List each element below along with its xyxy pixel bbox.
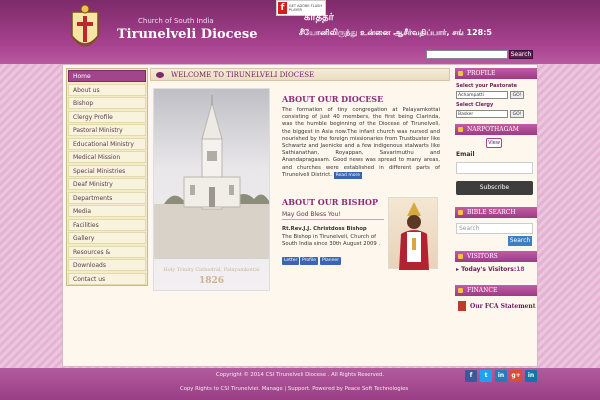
- profile-head-text: PROFILE: [467, 70, 496, 77]
- cathedral-photo: [153, 88, 270, 291]
- clergy-select[interactable]: Basker: [456, 110, 508, 118]
- panel-icon: [458, 254, 463, 259]
- sidebar-item-downloads[interactable]: Downloads: [68, 259, 146, 271]
- bishop-description: The Bishop in Tirunelveli, Church of Sou…: [282, 234, 381, 247]
- site-search-input[interactable]: [426, 50, 508, 59]
- email-field[interactable]: [456, 162, 533, 174]
- linkedin-icon[interactable]: in: [495, 370, 507, 382]
- read-more-button[interactable]: Read more: [333, 171, 362, 179]
- visitors-header: VISITORS: [455, 251, 537, 262]
- bible-search-header: BIBLE SEARCH: [455, 207, 537, 218]
- cathedral-illustration: [154, 95, 269, 259]
- sidebar-item-educational-ministry[interactable]: Educational Ministry: [68, 137, 146, 150]
- welcome-text: WELCOME TO TIRUNELVELI DIOCESE: [171, 71, 315, 79]
- visitors-number: 18: [516, 266, 525, 273]
- photo-year: 1826: [198, 276, 225, 286]
- narpothagam-header: NARPOTHAGAM: [455, 124, 537, 135]
- church-name: Church of South India: [138, 17, 214, 25]
- flash-label: GET ADOBE FLASH PLAYER: [288, 4, 322, 12]
- pdf-icon: [458, 301, 466, 311]
- site-title[interactable]: Tirunelveli Diocese: [117, 27, 257, 42]
- bible-head-text: BIBLE SEARCH: [467, 209, 516, 216]
- google-plus-icon[interactable]: g+: [510, 370, 522, 382]
- profile-panel-header: PROFILE: [455, 68, 537, 79]
- finance-head-text: FINANCE: [467, 287, 498, 294]
- about-diocese-body: The formation of tiny congregation at Pa…: [282, 107, 440, 178]
- panel-icon: [458, 127, 463, 132]
- bishop-illustration: [399, 202, 429, 270]
- sidebar-item-pastoral-ministry[interactable]: Pastoral Ministry: [68, 124, 146, 136]
- clergy-go-button[interactable]: GO!: [510, 110, 524, 118]
- fca-statement-link[interactable]: Our FCA Statement: [470, 303, 536, 310]
- visitors-label: Today's Visitors:: [461, 266, 517, 273]
- sidebar-item-contact-us[interactable]: Contact us: [68, 272, 146, 285]
- sidebar-item-medical-mission[interactable]: Medical Mission: [68, 151, 146, 163]
- bible-search-button[interactable]: Search: [508, 236, 532, 246]
- photo-caption: Holy Trinity Cathedral, Palayamkottai: [163, 267, 260, 273]
- twitter-icon[interactable]: t: [480, 370, 492, 382]
- finance-header: FINANCE: [455, 285, 537, 296]
- letter-button[interactable]: Letter: [282, 257, 300, 265]
- about-diocese-heading: ABOUT OUR DIOCESE: [282, 94, 384, 104]
- sidebar-item-clergy-profile[interactable]: Clergy Profile: [68, 110, 146, 123]
- sidebar-item-special-ministries[interactable]: Special Ministries: [68, 164, 146, 177]
- panel-icon: [458, 210, 463, 215]
- pastorate-select[interactable]: Achampatti: [456, 91, 508, 99]
- narpothagam-head-text: NARPOTHAGAM: [467, 126, 519, 133]
- sidebar-item-resources[interactable]: Resources &: [68, 245, 146, 258]
- diocese-crest-logo: [71, 4, 99, 47]
- sidebar-item-media[interactable]: Media: [68, 205, 146, 217]
- sidebar-item-bishop[interactable]: Bishop: [68, 97, 146, 109]
- email-label: Email: [456, 151, 475, 158]
- visitors-head-text: VISITORS: [467, 253, 498, 260]
- panel-icon: [458, 288, 463, 293]
- subscribe-button[interactable]: Subscribe: [456, 181, 533, 195]
- pastorate-go-button[interactable]: GO!: [510, 91, 524, 99]
- tamil-verse: சீயோனிலிருந்து உன்னை ஆசீர்வதிப்பார், சங்…: [299, 28, 492, 37]
- bible-search-input[interactable]: Search: [456, 223, 533, 234]
- clergy-label: Select Clergy: [456, 102, 494, 108]
- tamil-title: கர்த்தர்: [304, 12, 334, 23]
- flash-icon: f: [278, 2, 287, 14]
- sidebar-item-deaf-ministry[interactable]: Deaf Ministry: [68, 178, 146, 190]
- sidebar-item-facilities[interactable]: Facilities: [68, 218, 146, 231]
- panel-icon: [458, 71, 463, 76]
- sidebar-item-home[interactable]: Home: [68, 70, 146, 82]
- site-search-button[interactable]: Search: [509, 50, 533, 59]
- bless-line: May God Bless You!: [282, 210, 384, 220]
- facebook-icon[interactable]: f: [465, 370, 477, 382]
- sidebar-item-about-us[interactable]: About us: [68, 83, 146, 96]
- pastorate-label: Select your Pastorate: [456, 83, 517, 89]
- visitors-count: ▸ Today's Visitors:18: [456, 266, 525, 273]
- sidebar-item-gallery[interactable]: Gallery: [68, 232, 146, 244]
- linkedin-icon-2[interactable]: in: [525, 370, 537, 382]
- view-button[interactable]: View: [486, 138, 502, 148]
- planner-button[interactable]: Planner: [320, 257, 342, 265]
- rights-text: Copy Rights to CSI Tirunelvlei. Manage |…: [180, 386, 409, 392]
- about-bishop-heading: ABOUT OUR BISHOP: [282, 197, 379, 207]
- about-diocese-text: The formation of tiny congregation at Pa…: [282, 107, 440, 179]
- welcome-icon: [156, 72, 164, 78]
- welcome-bar: WELCOME TO TIRUNELVELI DIOCESE: [150, 68, 450, 81]
- bishop-photo: [388, 197, 438, 270]
- sidebar-item-departments[interactable]: Departments: [68, 191, 146, 204]
- profile-button[interactable]: Profile: [300, 257, 318, 265]
- bishop-name: Rt.Rev.J.J. Christdoss Bishop: [282, 226, 367, 232]
